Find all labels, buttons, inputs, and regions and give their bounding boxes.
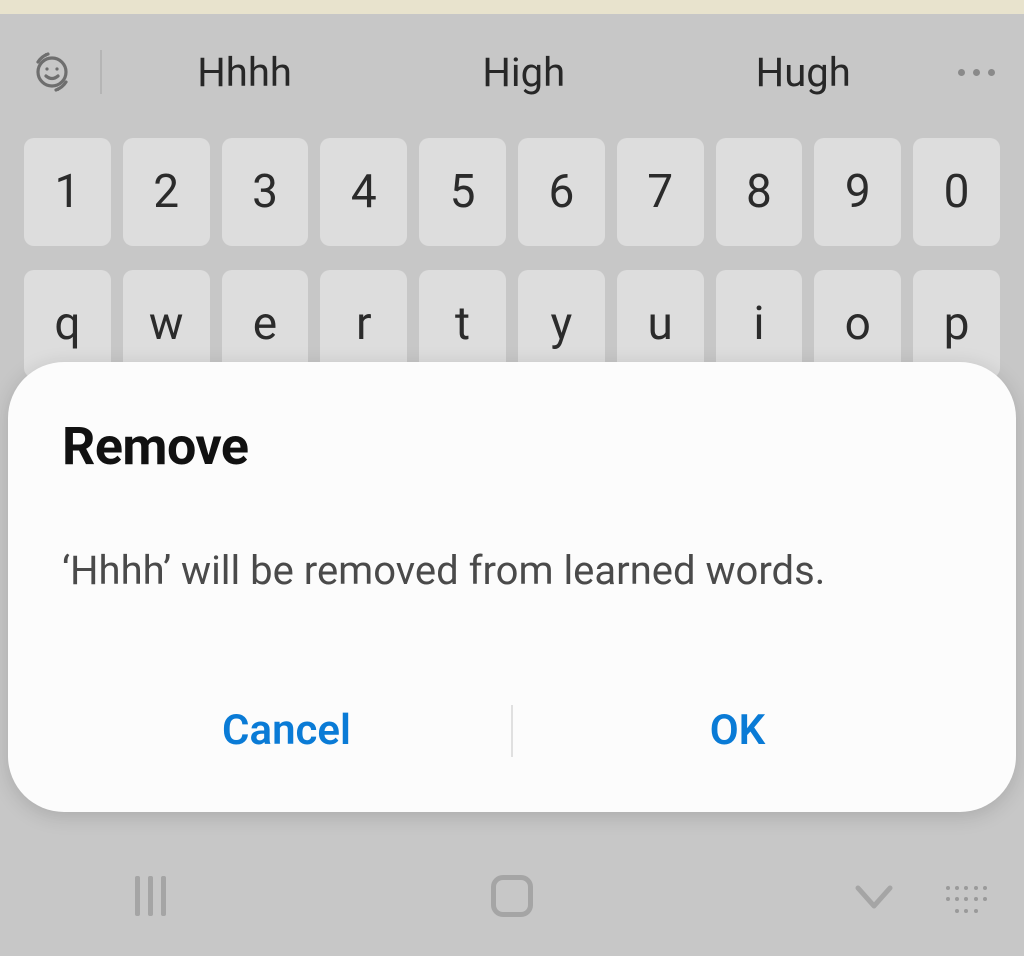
key-1[interactable]: 1 bbox=[24, 138, 111, 246]
more-suggestions-icon[interactable] bbox=[946, 69, 1006, 76]
dialog-message: ‘Hhhh’ will be removed from learned word… bbox=[62, 547, 962, 594]
key-8[interactable]: 8 bbox=[716, 138, 803, 246]
key-9[interactable]: 9 bbox=[814, 138, 901, 246]
suggestion-word[interactable]: Hhhh bbox=[177, 39, 312, 106]
dialog-title: Remove bbox=[62, 416, 962, 477]
remove-word-dialog: Remove ‘Hhhh’ will be removed from learn… bbox=[8, 362, 1016, 812]
recent-apps-button[interactable] bbox=[70, 866, 230, 926]
key-2[interactable]: 2 bbox=[123, 138, 210, 246]
keyboard-hide-button[interactable] bbox=[794, 866, 954, 926]
key-4[interactable]: 4 bbox=[320, 138, 407, 246]
key-0[interactable]: 0 bbox=[913, 138, 1000, 246]
dialog-actions: Cancel OK bbox=[62, 694, 962, 767]
emoji-toggle-icon[interactable] bbox=[28, 48, 76, 96]
suggestion-word[interactable]: High bbox=[462, 39, 585, 106]
keyboard-background: Hhhh High Hugh 1 2 3 4 5 6 7 8 9 0 q w e… bbox=[0, 14, 1024, 956]
keyboard-mode-icon[interactable] bbox=[946, 886, 988, 916]
suggestion-bar: Hhhh High Hugh bbox=[0, 14, 1024, 130]
key-3[interactable]: 3 bbox=[222, 138, 309, 246]
suggestion-list: Hhhh High Hugh bbox=[102, 39, 946, 106]
key-7[interactable]: 7 bbox=[617, 138, 704, 246]
key-5[interactable]: 5 bbox=[419, 138, 506, 246]
status-strip bbox=[0, 0, 1024, 14]
system-nav-bar bbox=[0, 836, 1024, 956]
home-button[interactable] bbox=[432, 866, 592, 926]
ok-button[interactable]: OK bbox=[513, 694, 962, 767]
cancel-button[interactable]: Cancel bbox=[62, 694, 511, 767]
key-6[interactable]: 6 bbox=[518, 138, 605, 246]
suggestion-word[interactable]: Hugh bbox=[736, 39, 871, 106]
number-row: 1 2 3 4 5 6 7 8 9 0 bbox=[0, 138, 1024, 246]
